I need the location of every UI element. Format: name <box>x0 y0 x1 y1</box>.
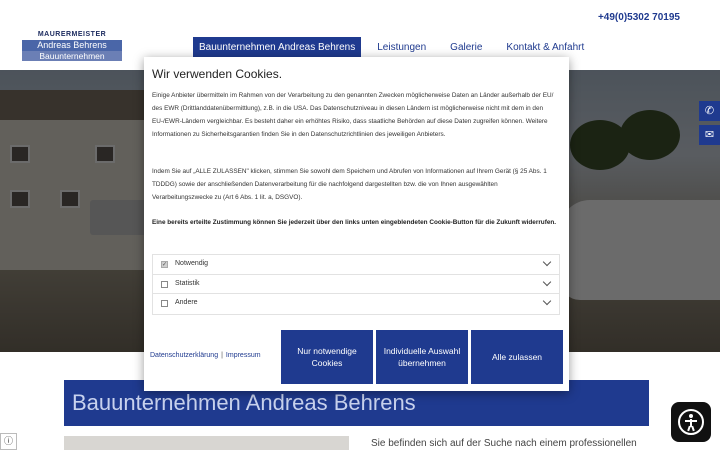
accept-necessary-button[interactable]: Nur notwendige Cookies <box>281 330 373 384</box>
nav-item-kontakt[interactable]: Kontakt & Anfahrt <box>498 37 592 59</box>
category-label: Andere <box>175 299 198 306</box>
category-label: Statistik <box>175 279 200 287</box>
imprint-link[interactable]: Impressum <box>226 352 261 359</box>
checkbox-other[interactable] <box>161 300 168 307</box>
cookie-settings-icon[interactable]: ⓘ <box>0 433 17 450</box>
chevron-down-icon[interactable] <box>543 259 551 267</box>
page-title: Bauunternehmen Andreas Behrens <box>72 390 416 415</box>
accessibility-icon <box>678 409 704 435</box>
cookie-category-other[interactable]: Andere <box>153 294 559 314</box>
cookie-consent-dialog: Wir verwenden Cookies. Einige Anbieter ü… <box>144 57 569 391</box>
cookie-dialog-links: Datenschutzerklärung | Impressum <box>150 352 261 359</box>
cookie-text-transfer: Einige Anbieter übermitteln im Rahmen vo… <box>152 92 554 138</box>
logo-line-3: Bauunternehmen <box>22 51 122 61</box>
nav-item-leistungen[interactable]: Leistungen <box>369 37 434 59</box>
header-phone-link[interactable]: +49(0)5302 70195 <box>598 12 680 23</box>
company-logo[interactable]: MAURERMEISTER Andreas Behrens Bauunterne… <box>22 30 122 62</box>
link-separator: | <box>221 352 223 359</box>
checkbox-necessary: ✓ <box>161 261 168 268</box>
cookie-text-revoke: Eine bereits erteilte Zustimmung können … <box>152 219 557 226</box>
checkbox-statistics[interactable] <box>161 280 168 288</box>
accessibility-icon-leg <box>691 425 695 432</box>
content-intro: Sie befinden sich auf der Suche nach ein… <box>371 438 637 449</box>
cookie-category-necessary[interactable]: ✓ Notwendig <box>153 255 559 275</box>
privacy-policy-link[interactable]: Datenschutzerklärung <box>150 352 218 359</box>
accept-all-button[interactable]: Alle zulassen <box>471 330 563 384</box>
cookie-category-list: ✓ Notwendig Statistik Andere <box>152 254 560 315</box>
logo-line-1: MAURERMEISTER <box>37 31 107 38</box>
chevron-down-icon[interactable] <box>543 298 551 306</box>
category-label: Notwendig <box>175 260 209 267</box>
nav-item-galerie[interactable]: Galerie <box>442 37 490 59</box>
nav-item-home[interactable]: Bauunternehmen Andreas Behrens <box>193 37 362 59</box>
chevron-down-icon[interactable] <box>543 279 551 287</box>
logo-line-2: Andreas Behrens <box>22 40 122 51</box>
cookie-dialog-title: Wir verwenden Cookies. <box>152 67 283 81</box>
cookie-category-statistics[interactable]: Statistik <box>153 275 559 294</box>
accept-selection-button[interactable]: Individuelle Auswahl übernehmen <box>376 330 468 384</box>
main-nav: Bauunternehmen Andreas Behrens Leistunge… <box>193 37 600 59</box>
accessibility-button[interactable] <box>671 402 711 442</box>
envelope-icon[interactable]: ✉ <box>699 125 720 145</box>
cookie-text-consent: Indem Sie auf „ALLE ZULASSEN" klicken, s… <box>152 168 547 201</box>
content-image <box>64 436 349 450</box>
accessibility-icon-head <box>689 414 693 418</box>
phone-icon[interactable]: ✆ <box>699 101 720 121</box>
